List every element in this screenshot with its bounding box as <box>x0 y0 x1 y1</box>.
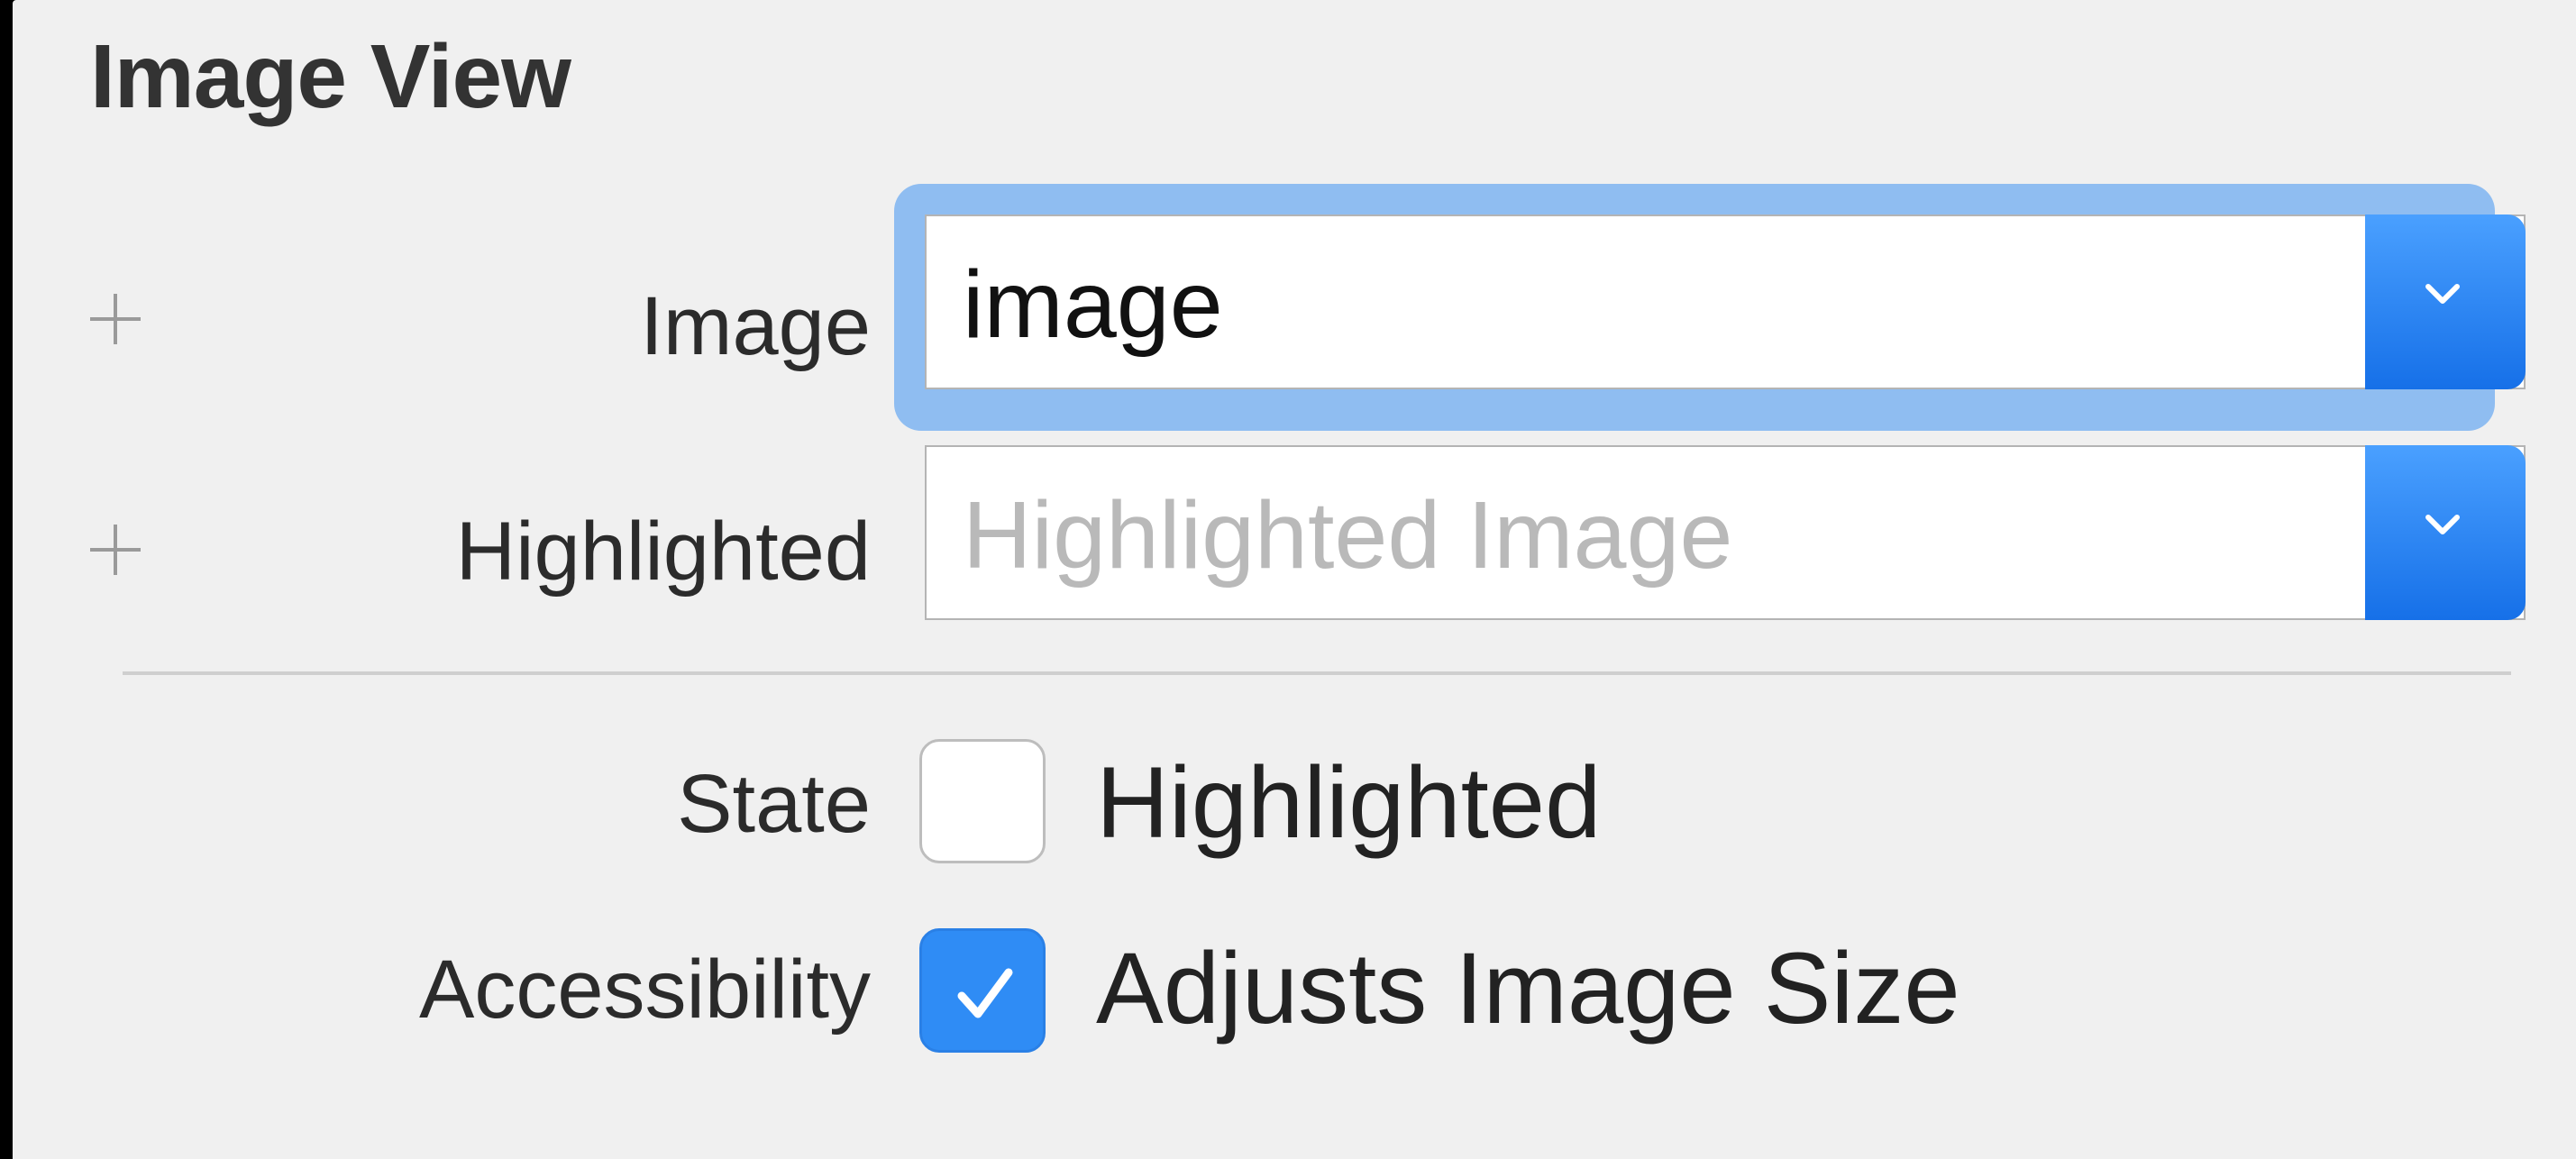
adjusts-image-size-checkbox-label[interactable]: Adjusts Image Size <box>1096 930 1960 1046</box>
attributes-inspector-panel: Image View Image image Highlighted Highl… <box>13 0 2576 1159</box>
highlighted-image-placeholder[interactable]: Highlighted Image <box>963 481 1732 590</box>
state-label: State <box>677 758 871 850</box>
add-image-variation-plus-icon[interactable] <box>90 294 141 344</box>
state-highlighted-checkbox[interactable] <box>919 739 1046 863</box>
adjusts-image-size-checkbox[interactable] <box>919 928 1046 1053</box>
image-combo-box[interactable]: image <box>925 214 2526 389</box>
accessibility-label: Accessibility <box>418 944 871 1036</box>
add-highlighted-variation-plus-icon[interactable] <box>90 525 141 575</box>
highlighted-label: Highlighted <box>455 506 871 598</box>
state-highlighted-checkbox-label[interactable]: Highlighted <box>1096 744 1601 861</box>
chevron-down-icon <box>2425 284 2460 304</box>
image-combo-value[interactable]: image <box>963 251 1223 360</box>
checkmark-icon <box>957 968 1013 1018</box>
section-divider <box>123 671 2511 675</box>
section-title: Image View <box>90 26 571 127</box>
highlighted-image-combo-box[interactable]: Highlighted Image <box>925 445 2526 620</box>
chevron-down-icon <box>2425 515 2460 534</box>
image-label: Image <box>640 280 871 372</box>
image-dropdown-button[interactable] <box>2365 214 2526 389</box>
highlighted-image-dropdown-button[interactable] <box>2365 445 2526 620</box>
